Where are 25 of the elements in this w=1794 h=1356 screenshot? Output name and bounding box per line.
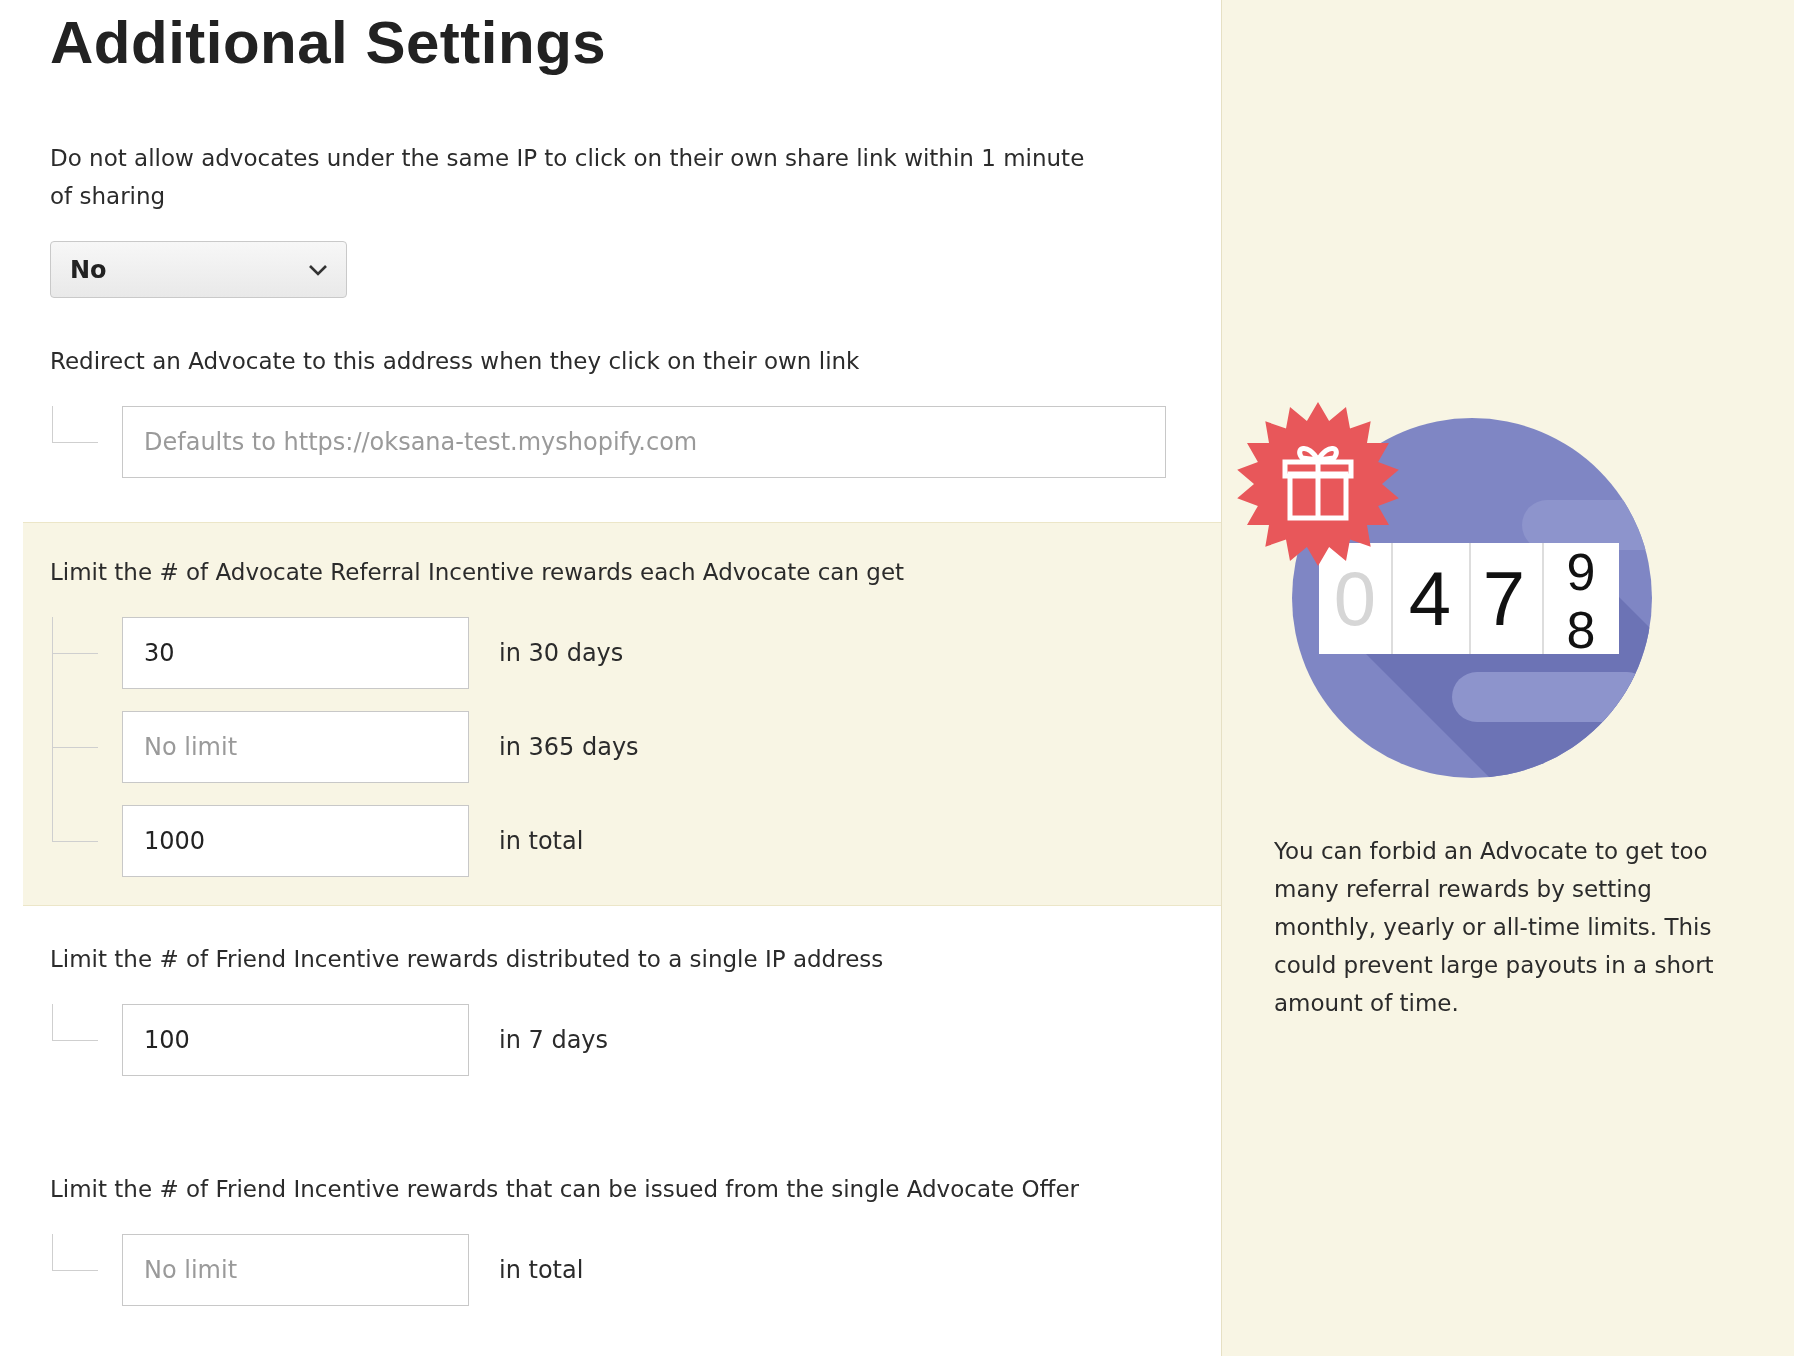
period-label: in total [499,827,584,855]
dropdown[interactable]: No [50,241,347,298]
setting-label: Limit the # of Advocate Referral Incentive rewards each Advocate can get [50,558,906,587]
period-label: in 365 days [499,733,639,761]
counter-digit: 8 [1566,601,1596,659]
counter-digit: 7 [1482,556,1526,641]
setting-label: Limit the # of Friend Incentive rewards distributed to a single IP address [50,945,885,974]
counter-digit: 9 [1566,543,1596,601]
period-label: in total [499,1256,584,1284]
input-field[interactable]: Defaults to https://oksana-test.myshopify.com [122,406,1166,478]
input-field[interactable]: No limit [122,1234,469,1306]
sidebar-description: You can forbid an Advocate to get too many referral rewards by setting monthly, yearly or all-time limits. This could prevent large payouts in a short amount of time. [1274,837,1715,1018]
page-title: Additional Settings [50,8,608,77]
input-field[interactable]: 100 [122,1004,469,1076]
setting-label: Redirect an Advocate to this address when they click on their own link [50,347,861,376]
gift-icon [1282,446,1354,521]
counter-digit: 4 [1408,556,1452,641]
chevron-down-icon [308,263,328,276]
period-label: in 30 days [499,639,624,667]
setting-label: Do not allow advocates under the same IP to click on their own share link within 1 minute of sharing [50,144,1086,211]
input-field[interactable]: 30 [122,617,469,689]
setting-label: Limit the # of Friend Incentive rewards that can be issued from the single Advocate Offer [50,1175,1081,1204]
input-field[interactable]: 1000 [122,805,469,877]
period-label: in 7 days [499,1026,609,1054]
input-field[interactable]: No limit [122,711,469,783]
